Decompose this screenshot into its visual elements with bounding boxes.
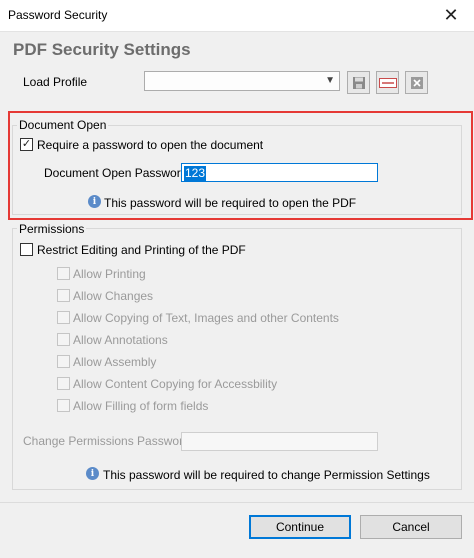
window-title: Password Security	[8, 8, 108, 22]
allow-annotations-checkbox[interactable]	[57, 333, 70, 346]
document-open-password-value: 123	[184, 166, 207, 181]
change-permissions-password-label: Change Permissions Password:	[23, 434, 194, 448]
delete-icon	[410, 76, 423, 89]
allow-changes-checkbox[interactable]	[57, 289, 70, 302]
allow-printing-checkbox[interactable]	[57, 267, 70, 280]
info-icon: i	[86, 467, 99, 480]
document-open-password-label: Document Open Password:	[44, 166, 191, 180]
allow-accessibility-copying-checkbox[interactable]	[57, 377, 70, 390]
permissions-info-text: This password will be required to change…	[103, 468, 430, 482]
allow-copying-label: Allow Copying of Text, Images and other …	[73, 311, 339, 325]
cancel-button[interactable]: Cancel	[360, 515, 462, 539]
continue-button[interactable]: Continue	[249, 515, 351, 539]
close-icon[interactable]: ✕	[428, 0, 474, 31]
restrict-editing-label: Restrict Editing and Printing of the PDF	[37, 243, 246, 257]
allow-changes-label: Allow Changes	[73, 289, 154, 303]
save-profile-button[interactable]	[347, 71, 370, 94]
load-profile-select[interactable]: ▼	[144, 71, 340, 91]
chevron-down-icon: ▼	[325, 75, 335, 86]
change-permissions-password-input[interactable]	[181, 432, 378, 451]
allow-assembly-label: Allow Assembly	[73, 355, 157, 369]
rename-icon	[378, 77, 397, 88]
page-title: PDF Security Settings	[13, 40, 191, 59]
allow-form-filling-label: Allow Filling of form fields	[73, 399, 209, 413]
title-bar: Password Security ✕	[0, 0, 474, 32]
allow-form-filling-checkbox[interactable]	[57, 399, 70, 412]
restrict-editing-checkbox[interactable]	[20, 243, 33, 256]
allow-printing-label: Allow Printing	[73, 267, 146, 281]
require-password-checkbox[interactable]: ✓	[20, 138, 33, 151]
delete-profile-button[interactable]	[405, 71, 428, 94]
checkmark-icon: ✓	[21, 138, 32, 150]
allow-annotations-label: Allow Annotations	[73, 333, 168, 347]
document-open-password-input[interactable]: 123	[181, 163, 378, 182]
require-password-label: Require a password to open the document	[37, 138, 264, 152]
document-open-info-text: This password will be required to open t…	[104, 196, 357, 210]
allow-assembly-checkbox[interactable]	[57, 355, 70, 368]
divider	[0, 502, 474, 503]
rename-profile-button[interactable]	[376, 71, 399, 94]
permissions-group-title: Permissions	[17, 222, 87, 236]
allow-accessibility-copying-label: Allow Content Copying for Accessbility	[73, 377, 278, 391]
info-icon: i	[88, 195, 101, 208]
load-profile-label: Load Profile	[23, 75, 88, 89]
allow-copying-checkbox[interactable]	[57, 311, 70, 324]
save-icon	[352, 76, 365, 89]
